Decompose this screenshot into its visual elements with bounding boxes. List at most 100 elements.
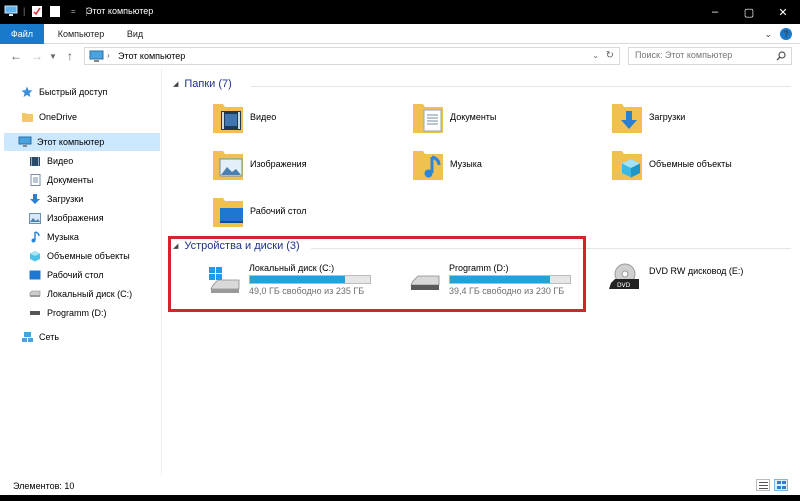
- folders-group-header[interactable]: ◢ Папки (7): [173, 78, 232, 90]
- sidebar-item-documents[interactable]: Документы: [28, 171, 93, 189]
- folder-label: Рабочий стол: [250, 206, 307, 216]
- customize-toolbar-icon[interactable]: =: [66, 4, 80, 18]
- search-box[interactable]: [628, 47, 792, 65]
- video-icon: [28, 154, 42, 168]
- window-title: Этот компьютер: [86, 6, 154, 16]
- up-icon[interactable]: ↑: [67, 49, 73, 63]
- desktop-folder-icon: [212, 192, 244, 230]
- sidebar-item-pictures[interactable]: Изображения: [28, 209, 104, 227]
- view-switcher: [756, 479, 788, 491]
- downloads-folder-icon: [611, 98, 643, 136]
- tab-file[interactable]: Файл: [0, 24, 44, 44]
- item-count: Элементов: 10: [13, 481, 75, 491]
- ribbon: Файл Компьютер Вид ⌄ ?: [0, 24, 800, 44]
- folders-group-title: Папки (7): [184, 78, 232, 90]
- forward-icon[interactable]: →: [31, 49, 43, 63]
- folder-label: Видео: [250, 112, 277, 122]
- group-divider: [251, 86, 791, 87]
- computer-icon: [18, 135, 32, 149]
- folder-label: Документы: [450, 112, 497, 122]
- pictures-folder-icon: [212, 145, 244, 183]
- sidebar-item-video[interactable]: Видео: [28, 152, 73, 170]
- minimize-button[interactable]: –: [698, 0, 732, 24]
- breadcrumb-chevron-icon[interactable]: ›: [107, 51, 110, 60]
- 3d-objects-icon: [28, 249, 42, 263]
- sidebar-item-label: Рабочий стол: [47, 270, 104, 280]
- properties-icon[interactable]: [30, 4, 44, 18]
- close-button[interactable]: ✕: [766, 0, 800, 24]
- drive-dvd-e[interactable]: DVD DVD RW дисковод (E:): [607, 263, 743, 297]
- sidebar-item-desktop[interactable]: Рабочий стол: [28, 266, 104, 284]
- new-folder-icon[interactable]: [48, 4, 62, 18]
- recent-locations-icon[interactable]: ▼: [49, 52, 57, 61]
- sidebar-item-label: Programm (D:): [47, 308, 107, 318]
- details-view-icon[interactable]: [756, 479, 770, 491]
- folder-pictures[interactable]: Изображения: [212, 145, 307, 183]
- folder-label: Загрузки: [649, 112, 686, 122]
- expand-ribbon-icon[interactable]: ⌄: [764, 29, 772, 40]
- documents-icon: [28, 173, 42, 187]
- sidebar-item-label: Документы: [47, 175, 94, 185]
- sidebar-item-label: Этот компьютер: [37, 137, 105, 147]
- sidebar-item-music[interactable]: Музыка: [28, 228, 79, 246]
- desktop-icon: [28, 268, 42, 282]
- pictures-icon: [28, 211, 42, 225]
- sidebar-item-this-pc[interactable]: Этот компьютер: [4, 133, 160, 151]
- tab-view[interactable]: Вид: [120, 24, 150, 44]
- drive-name: DVD RW дисковод (E:): [649, 266, 744, 276]
- sidebar-item-programm-d[interactable]: Programm (D:): [28, 304, 107, 322]
- downloads-icon: [28, 192, 42, 206]
- folder-documents[interactable]: Документы: [412, 98, 496, 136]
- sidebar-item-label: Сеть: [39, 332, 60, 342]
- video-folder-icon: [212, 98, 244, 136]
- sidebar-item-label: OneDrive: [39, 112, 78, 122]
- sidebar-item-label: Быстрый доступ: [39, 87, 108, 97]
- network-icon: [20, 330, 34, 344]
- ribbon-right-controls: ⌄ ?: [764, 28, 792, 40]
- collapse-triangle-icon[interactable]: ◢: [173, 80, 178, 88]
- sidebar-item-label: Изображения: [47, 213, 104, 223]
- breadcrumb[interactable]: Этот компьютер: [118, 51, 185, 61]
- sidebar-item-downloads[interactable]: Загрузки: [28, 190, 83, 208]
- back-icon[interactable]: ←: [10, 49, 22, 63]
- address-row: ← → ▼ ↑ › Этот компьютер ⌄ ↻: [0, 44, 800, 68]
- quick-access-toolbar: | = |: [4, 4, 89, 18]
- sidebar-item-network[interactable]: Сеть: [20, 328, 59, 346]
- folder-video[interactable]: Видео: [212, 98, 276, 136]
- maximize-button[interactable]: ▢: [732, 0, 766, 24]
- sidebar-item-3d-objects[interactable]: Объемные объекты: [28, 247, 130, 265]
- computer-icon: [89, 50, 104, 65]
- status-bar: Элементов: 10: [0, 475, 800, 495]
- explorer-window: | = | Этот компьютер – ▢ ✕ Файл Компьюте…: [0, 0, 800, 501]
- search-icon[interactable]: [776, 51, 786, 63]
- svg-text:DVD: DVD: [617, 282, 631, 289]
- drive-info: DVD RW дисковод (E:): [649, 263, 743, 276]
- sidebar-item-label: Загрузки: [47, 194, 84, 204]
- sidebar-item-local-disk-c[interactable]: Локальный диск (C:): [28, 285, 132, 303]
- sidebar-item-onedrive[interactable]: OneDrive: [20, 108, 77, 126]
- help-icon[interactable]: ?: [780, 28, 792, 40]
- address-bar[interactable]: › Этот компьютер ⌄ ↻: [84, 47, 620, 65]
- folder-downloads[interactable]: Загрузки: [611, 98, 685, 136]
- drive-icon: [28, 306, 42, 320]
- sidebar-item-quick-access[interactable]: Быстрый доступ: [20, 83, 107, 101]
- sidebar-item-label: Музыка: [47, 232, 79, 242]
- music-folder-icon: [412, 145, 444, 183]
- refresh-icon[interactable]: ↻: [606, 50, 614, 61]
- tiles-view-icon[interactable]: [774, 479, 788, 491]
- folder-icon: [20, 110, 34, 124]
- title-bar: | = | Этот компьютер – ▢ ✕: [0, 0, 800, 24]
- folder-label: Музыка: [450, 159, 482, 169]
- folder-music[interactable]: Музыка: [412, 145, 482, 183]
- folder-desktop[interactable]: Рабочий стол: [212, 192, 307, 230]
- address-dropdown-icon[interactable]: ⌄: [592, 51, 599, 60]
- sidebar-item-label: Локальный диск (C:): [47, 289, 133, 299]
- documents-folder-icon: [412, 98, 444, 136]
- navigation-pane: Быстрый доступ OneDrive Этот компьютер В…: [0, 68, 162, 475]
- window-bottom-edge: [0, 495, 800, 501]
- highlight-annotation: [168, 236, 586, 312]
- tab-computer[interactable]: Компьютер: [52, 24, 110, 44]
- sidebar-item-label: Видео: [47, 156, 74, 166]
- folder-3d-objects[interactable]: Объемные объекты: [611, 145, 732, 183]
- search-input[interactable]: [635, 50, 765, 60]
